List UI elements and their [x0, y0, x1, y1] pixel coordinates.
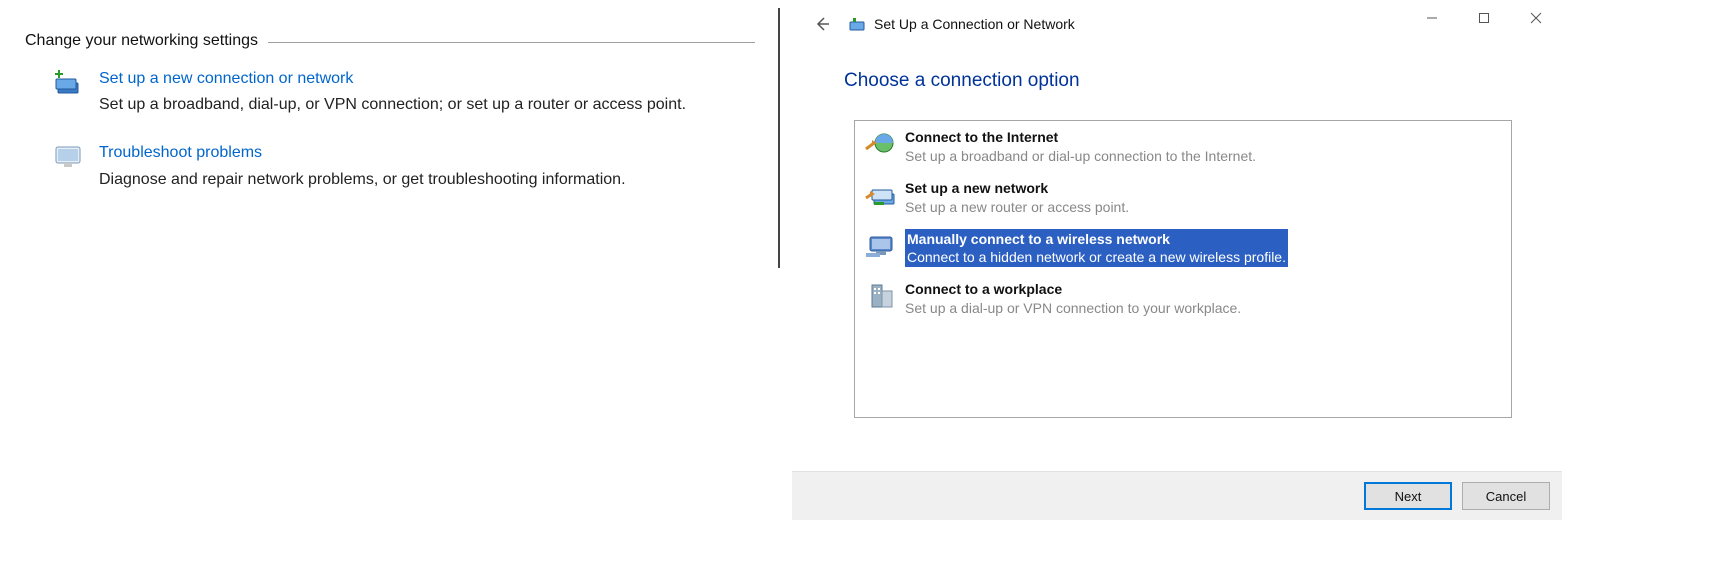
- globe-icon: [861, 127, 901, 161]
- maximize-button[interactable]: [1458, 0, 1510, 36]
- heading-rule: [268, 42, 755, 43]
- connection-choice-list: Connect to the Internet Set up a broadba…: [854, 120, 1512, 418]
- choice-title: Manually connect to a wireless network: [905, 230, 1288, 249]
- vertical-divider: [778, 8, 780, 268]
- option-link[interactable]: Troubleshoot problems: [99, 142, 626, 164]
- choice-connect-internet[interactable]: Connect to the Internet Set up a broadba…: [855, 121, 1511, 172]
- wizard-footer: Next Cancel: [792, 471, 1562, 520]
- choice-title: Connect to a workplace: [905, 280, 1241, 299]
- choice-title: Set up a new network: [905, 179, 1129, 198]
- troubleshoot-icon: [53, 142, 83, 172]
- choice-subtitle: Set up a dial-up or VPN connection to yo…: [905, 299, 1241, 318]
- close-button[interactable]: [1510, 0, 1562, 36]
- minimize-button[interactable]: [1406, 0, 1458, 36]
- option-description: Set up a broadband, dial-up, or VPN conn…: [99, 96, 686, 114]
- building-icon: [861, 279, 901, 313]
- networking-settings-panel: Change your networking settings: [25, 32, 755, 217]
- option-troubleshoot[interactable]: Troubleshoot problems Diagnose and repai…: [53, 142, 755, 188]
- networking-settings-heading: Change your networking settings: [25, 32, 755, 50]
- heading-text: Change your networking settings: [25, 32, 268, 50]
- router-icon: [861, 178, 901, 212]
- choice-new-network[interactable]: Set up a new network Set up a new router…: [855, 172, 1511, 223]
- networking-options: Set up a new connection or network Set u…: [25, 68, 755, 189]
- network-icon: [848, 15, 866, 33]
- choice-manual-wireless[interactable]: Manually connect to a wireless network C…: [855, 223, 1511, 274]
- choice-subtitle: Connect to a hidden network or create a …: [905, 248, 1288, 267]
- network-add-icon: [53, 68, 83, 98]
- option-link[interactable]: Set up a new connection or network: [99, 68, 686, 90]
- option-setup-connection[interactable]: Set up a new connection or network Set u…: [53, 68, 755, 114]
- wizard-titlebar: Set Up a Connection or Network: [792, 0, 1562, 48]
- wizard-title: Set Up a Connection or Network: [874, 16, 1075, 32]
- choice-title: Connect to the Internet: [905, 128, 1256, 147]
- choice-subtitle: Set up a new router or access point.: [905, 198, 1129, 217]
- wireless-icon: [861, 229, 901, 263]
- cancel-button[interactable]: Cancel: [1462, 482, 1550, 510]
- window-controls: [1406, 0, 1562, 36]
- connection-wizard-window: Set Up a Connection or Network Choose a: [792, 0, 1562, 520]
- option-description: Diagnose and repair network problems, or…: [99, 171, 626, 189]
- next-button[interactable]: Next: [1364, 482, 1452, 510]
- wizard-body: Choose a connection option Connect to th…: [792, 70, 1562, 472]
- wizard-heading: Choose a connection option: [844, 70, 1562, 92]
- choice-subtitle: Set up a broadband or dial-up connection…: [905, 147, 1256, 166]
- back-button[interactable]: [812, 14, 832, 34]
- choice-workplace[interactable]: Connect to a workplace Set up a dial-up …: [855, 273, 1511, 324]
